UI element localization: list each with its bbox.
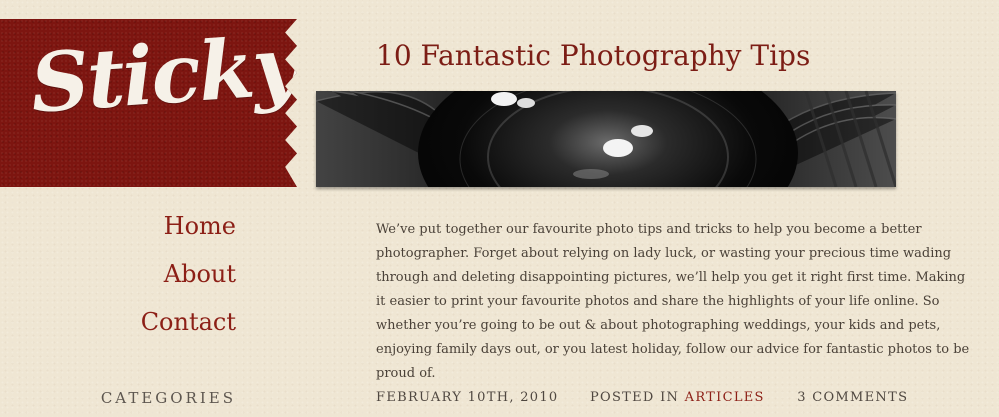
post-date: FEBRUARY 10TH, 2010 xyxy=(376,390,559,405)
nav-about-link[interactable]: About xyxy=(141,258,236,306)
camera-lens-image xyxy=(316,91,896,187)
posted-in-label: POSTED IN xyxy=(589,390,680,405)
categories-heading: CATEGORIES xyxy=(100,389,236,407)
logo-text: Sticky xyxy=(27,18,301,132)
site-logo[interactable]: Sticky xyxy=(0,19,297,187)
main-navigation: Home About Contact xyxy=(141,210,236,354)
post-excerpt: We’ve put together our favourite photo t… xyxy=(376,222,970,381)
nav-contact-link[interactable]: Contact xyxy=(141,306,236,354)
category-articles-link[interactable]: ARTICLES xyxy=(685,390,765,405)
post-title-link[interactable]: 10 Fantastic Photography Tips xyxy=(376,39,810,73)
camera-lens-photo[interactable] xyxy=(316,91,896,187)
comments-link[interactable]: 3 COMMENTS xyxy=(797,390,908,405)
nav-home-link[interactable]: Home xyxy=(141,210,236,258)
post-meta: FEBRUARY 10TH, 2010 POSTED IN ARTICLES 3… xyxy=(376,389,908,407)
posted-in: POSTED IN ARTICLES xyxy=(590,390,770,405)
